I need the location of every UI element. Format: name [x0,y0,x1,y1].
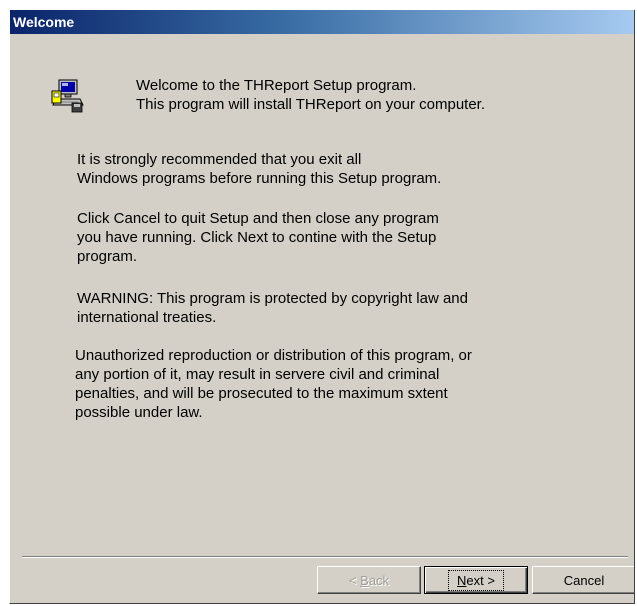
unauthorized-reproduction-notice: Unauthorized reproduction or distributio… [75,347,472,421]
button-separator [22,556,628,558]
exit-programs-recommendation: It is strongly recommended that you exit… [77,151,442,187]
window-title: Welcome [10,10,634,34]
cancel-button[interactable]: Cancel [532,566,634,594]
next-button-label: Next > [448,569,504,591]
back-button[interactable]: < Back [317,566,421,594]
back-button-label: < Back [348,572,390,588]
setup-computer-icon [51,79,84,113]
copyright-warning: WARNING: This program is protected by co… [77,290,468,326]
next-button[interactable]: Next > [424,566,528,594]
setup-dialog: Welcome Welcome to the THReport Setup pr… [9,10,635,604]
welcome-message: Welcome to the THReport Setup program. T… [136,77,486,113]
cancel-next-instructions: Click Cancel to quit Setup and then clos… [77,210,439,265]
